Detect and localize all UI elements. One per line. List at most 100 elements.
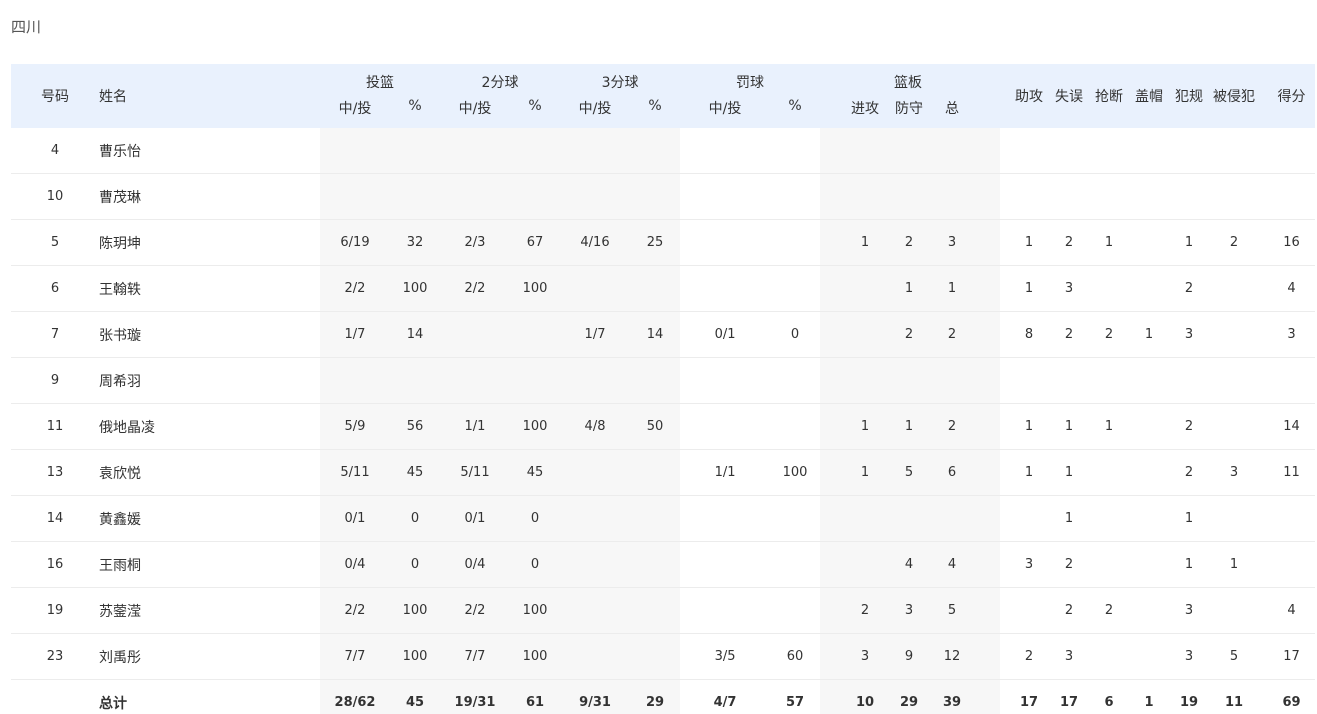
box-score-table: 号码 姓名 投篮 2分球 3分球 罚球 篮板 助攻 失误 抢断 盖帽 犯规 被侵… [11, 64, 1315, 714]
ft-made-att-cell [680, 128, 771, 174]
ast-cell: 1 [1009, 449, 1050, 496]
three-pct-cell: 29 [645, 695, 665, 710]
fg-pct-cell: 32 [390, 219, 440, 266]
pf-cell: 3 [1169, 311, 1210, 358]
to-cell: 2 [1049, 587, 1090, 634]
two-made-att-cell: 0/1 [440, 495, 510, 542]
header-group-three: 3分球 [560, 64, 681, 94]
header-ast: 助攻 [1009, 64, 1050, 128]
two-pct-cell [510, 311, 561, 358]
three-made-att-cell: 4/16 [560, 219, 631, 266]
player-name-cell: 曹乐怡 [99, 128, 320, 174]
reb-off-cell: 1 [840, 219, 891, 266]
ft-made-att-cell: 0/1 [680, 311, 771, 358]
two-pct-cell [510, 357, 561, 404]
three-pct-cell [630, 265, 681, 312]
ft-made-att-cell [680, 357, 771, 404]
blk-cell [1129, 357, 1170, 404]
two-pct-cell: 61 [525, 695, 545, 710]
spacer-2-cell [976, 449, 1010, 496]
fd-cell: 5 [1209, 633, 1260, 680]
spacer-cell [820, 357, 841, 404]
stl-cell: 1 [1089, 219, 1130, 266]
player-name-cell: 俄地晶凌 [99, 403, 320, 450]
spacer-2-cell [976, 541, 1010, 588]
reb-tot-cell: 1 [928, 265, 977, 312]
pf-cell: 1 [1169, 541, 1210, 588]
ft-made-att-cell [680, 541, 771, 588]
ft-pct-cell [770, 265, 821, 312]
three-made-att-cell [560, 495, 631, 542]
table-row: 4 曹乐怡 [11, 128, 1315, 174]
ft-pct-cell [770, 128, 821, 174]
reb-def-cell: 4 [890, 541, 929, 588]
header-group-fg: 投篮 [320, 64, 440, 94]
player-number-cell: 7 [11, 311, 99, 358]
spacer-2-cell [976, 587, 1010, 634]
three-pct-cell [630, 173, 681, 220]
ast-cell [1009, 495, 1050, 542]
header-fg-pct: % [390, 94, 440, 128]
pf-cell: 1 [1169, 495, 1210, 542]
header-spacer-sub [820, 94, 841, 128]
player-number-cell: 10 [11, 173, 99, 220]
pf-cell: 3 [1169, 633, 1210, 680]
ft-pct-cell [770, 219, 821, 266]
fg-pct-cell: 45 [405, 695, 425, 710]
reb-tot-cell: 6 [928, 449, 977, 496]
three-pct-cell [630, 587, 681, 634]
stl-cell [1089, 495, 1130, 542]
stl-cell [1089, 541, 1130, 588]
to-cell [1049, 173, 1090, 220]
player-number-cell: 9 [11, 357, 99, 404]
fg-pct-cell [390, 357, 440, 404]
header-three-pct: % [630, 94, 681, 128]
fg-pct-cell [390, 128, 440, 174]
to-cell: 2 [1049, 541, 1090, 588]
blk-cell: 1 [1144, 695, 1154, 710]
box-score-table-container: 号码 姓名 投篮 2分球 3分球 罚球 篮板 助攻 失误 抢断 盖帽 犯规 被侵… [11, 64, 1315, 714]
ft-pct-cell [770, 357, 821, 404]
spacer-cell [820, 633, 841, 680]
two-made-att-cell: 0/4 [440, 541, 510, 588]
header-group-two: 2分球 [440, 64, 561, 94]
reb-off-cell [840, 128, 891, 174]
ft-pct-cell: 0 [770, 311, 821, 358]
ast-cell: 2 [1009, 633, 1050, 680]
fg-pct-cell: 0 [390, 541, 440, 588]
reb-off-cell [840, 311, 891, 358]
two-made-att-cell: 2/2 [440, 265, 510, 312]
fg-pct-cell: 56 [390, 403, 440, 450]
three-made-att-cell: 9/31 [579, 695, 611, 710]
spacer-2-cell [976, 128, 1010, 174]
spacer-cell [820, 403, 841, 450]
to-cell: 3 [1049, 633, 1090, 680]
fg-made-att-cell: 5/9 [320, 403, 390, 450]
ft-made-att-cell [680, 495, 771, 542]
table-row: 9 周希羽 [11, 357, 1315, 404]
to-cell: 1 [1049, 495, 1090, 542]
table-row: 13 袁欣悦 5/11 45 5/11 45 1/1 100 1 5 6 1 1 2 3 11 [11, 449, 1315, 496]
two-pct-cell: 0 [510, 495, 561, 542]
player-number-cell: 16 [11, 541, 99, 588]
spacer-2-cell [976, 265, 1010, 312]
spacer-2-cell [976, 495, 1010, 542]
reb-off-cell: 2 [840, 587, 891, 634]
fg-made-att-cell [320, 173, 390, 220]
spacer-2-cell [976, 219, 1010, 266]
reb-def-cell [890, 173, 929, 220]
ast-cell: 17 [1020, 695, 1039, 710]
player-name-cell: 刘禹彤 [99, 633, 320, 680]
reb-def-cell: 29 [899, 695, 919, 710]
two-made-att-cell [440, 311, 510, 358]
stl-cell: 6 [1104, 695, 1114, 710]
ast-cell: 8 [1009, 311, 1050, 358]
fg-made-att-cell [320, 357, 390, 404]
three-pct-cell [630, 541, 681, 588]
three-made-att-cell [560, 357, 631, 404]
reb-off-cell: 3 [840, 633, 891, 680]
reb-tot-cell [928, 495, 977, 542]
header-name: 姓名 [99, 64, 320, 128]
reb-tot-cell: 2 [928, 403, 977, 450]
reb-off-cell: 1 [840, 403, 891, 450]
